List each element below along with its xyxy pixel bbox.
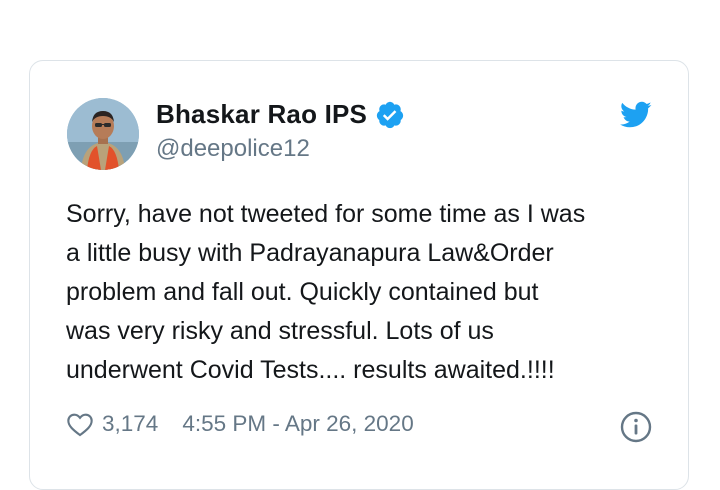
tweet-text: Sorry, have not tweeted for some time as… (66, 195, 656, 390)
tweet-line: problem and fall out. Quickly contained … (66, 278, 539, 306)
tweet-card[interactable]: Bhaskar Rao IPS @deepolice12 Sorry, have… (29, 60, 689, 490)
avatar[interactable] (67, 98, 139, 170)
info-icon[interactable] (620, 411, 652, 443)
tweet-timestamp[interactable]: 4:55 PM - Apr 26, 2020 (182, 411, 413, 437)
tweet-line: Sorry, have not tweeted for some time as… (66, 200, 586, 228)
like-count[interactable]: 3,174 (102, 411, 158, 437)
heart-icon[interactable] (66, 411, 94, 437)
tweet-footer: 3,174 4:55 PM - Apr 26, 2020 (66, 411, 414, 437)
tweet-line: underwent Covid Tests.... results awaite… (66, 356, 555, 384)
author-name[interactable]: Bhaskar Rao IPS (156, 99, 367, 130)
tweet-line: was very risky and stressful. Lots of us (66, 317, 494, 345)
author-name-row: Bhaskar Rao IPS (156, 99, 405, 130)
verified-badge-icon (375, 100, 405, 130)
author-handle[interactable]: @deepolice12 (156, 135, 310, 163)
twitter-bird-icon[interactable] (620, 101, 652, 129)
tweet-line: a little busy with Padrayanapura Law&Ord… (66, 239, 554, 267)
